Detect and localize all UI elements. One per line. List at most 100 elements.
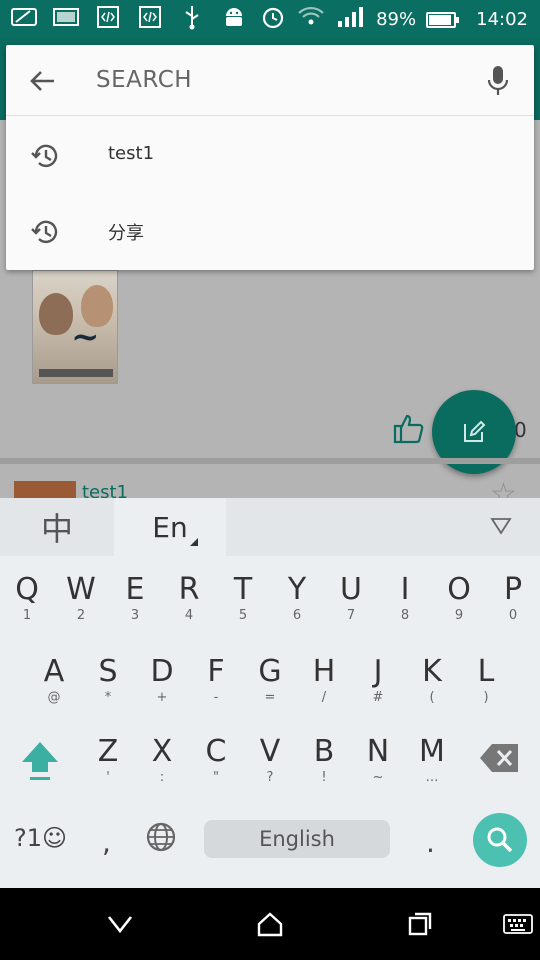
keyboard-switch-icon[interactable]: [498, 906, 538, 942]
key-n[interactable]: N ~: [351, 730, 405, 800]
backspace-icon[interactable]: [478, 742, 520, 774]
image-icon: [52, 5, 80, 29]
key-i[interactable]: I8: [378, 568, 432, 638]
key-y[interactable]: Y6: [270, 568, 324, 638]
key-p[interactable]: P0: [486, 568, 540, 638]
collapse-keyboard-icon[interactable]: [490, 516, 512, 536]
status-bar: 89% 14:02: [0, 0, 540, 38]
recent-apps-icon[interactable]: [400, 906, 440, 942]
keyboard-search-key[interactable]: [473, 813, 527, 867]
key-label: O: [447, 572, 471, 607]
key-o[interactable]: O9: [432, 568, 486, 638]
key-k[interactable]: K(: [405, 650, 459, 720]
key-label: Y: [287, 572, 307, 607]
key-secondary-label: 7: [346, 608, 356, 623]
space-key[interactable]: English: [204, 820, 390, 858]
key-secondary-label: /: [321, 690, 327, 705]
wifi-icon: [296, 4, 326, 35]
key-secondary-label: 6: [292, 608, 302, 623]
poster-artwork: ~: [71, 317, 100, 357]
back-nav-icon[interactable]: [100, 906, 140, 942]
status-left-icons: [10, 5, 248, 30]
post-image[interactable]: ~: [32, 270, 118, 384]
key-label: I: [400, 572, 410, 607]
key-secondary-label: +: [156, 690, 168, 705]
key-r[interactable]: R4: [162, 568, 216, 638]
key-v[interactable]: V?: [243, 730, 297, 800]
search-history-item[interactable]: test1: [6, 117, 534, 193]
comma-key[interactable]: ,: [102, 826, 111, 859]
search-input[interactable]: [96, 61, 466, 99]
key-secondary-label: ": [213, 770, 219, 785]
key-label: U: [340, 572, 362, 607]
navigation-bar: [0, 888, 540, 960]
key-secondary-label: ): [483, 690, 489, 705]
key-x[interactable]: X:: [135, 730, 189, 800]
key-label: A: [43, 654, 65, 689]
key-h[interactable]: H /: [297, 650, 351, 720]
key-secondary-label: 1: [22, 608, 32, 623]
battery-percent: 89%: [376, 9, 417, 30]
back-arrow-icon[interactable]: [24, 63, 60, 99]
key-label: E: [125, 572, 145, 607]
usb-icon: [178, 5, 206, 30]
key-label: G: [258, 654, 282, 689]
key-label: L: [477, 654, 495, 689]
key-label: X: [151, 734, 173, 769]
key-j[interactable]: J #: [351, 650, 405, 720]
key-secondary-label: !: [321, 770, 327, 785]
space-key-label: English: [259, 827, 335, 851]
key-secondary-label: ': [106, 770, 110, 785]
key-label: V: [259, 734, 281, 769]
key-d[interactable]: D +: [135, 650, 189, 720]
history-item-label: 分享: [108, 223, 144, 244]
key-q[interactable]: Q1: [0, 568, 54, 638]
key-g[interactable]: G =: [243, 650, 297, 720]
history-icon: [30, 217, 60, 247]
key-label: W: [66, 572, 96, 607]
key-secondary-label: 8: [400, 608, 410, 623]
microphone-icon[interactable]: [482, 61, 514, 101]
battery-charging-icon: [426, 11, 460, 28]
key-w[interactable]: W2: [54, 568, 108, 638]
home-nav-icon[interactable]: [250, 906, 290, 942]
key-label: T: [233, 572, 253, 607]
key-label: K: [422, 654, 442, 689]
period-key[interactable]: .: [426, 826, 435, 859]
key-secondary-label: 0: [508, 608, 518, 623]
status-right-icons: 89% 14:02: [260, 4, 528, 35]
key-t[interactable]: T5: [216, 568, 270, 638]
like-icon[interactable]: [392, 412, 426, 446]
key-f[interactable]: F-: [189, 650, 243, 720]
key-label: R: [178, 572, 200, 607]
key-label: M: [419, 734, 445, 769]
key-l[interactable]: L): [459, 650, 513, 720]
search-history-item[interactable]: 分享: [6, 193, 534, 269]
key-secondary-label: 2: [76, 608, 86, 623]
code-icon: [94, 5, 122, 29]
english-language-key[interactable]: En: [114, 498, 226, 556]
key-secondary-label: 3: [130, 608, 140, 623]
history-item-label: test1: [108, 143, 155, 164]
key-e[interactable]: E3: [108, 568, 162, 638]
chinese-language-key[interactable]: 中: [0, 498, 114, 556]
key-secondary-label: *: [104, 690, 112, 705]
search-bar: [6, 45, 534, 116]
key-s[interactable]: S *: [81, 650, 135, 720]
shift-icon[interactable]: [18, 740, 62, 782]
key-c[interactable]: C ": [189, 730, 243, 800]
code-icon: [136, 5, 164, 29]
key-z[interactable]: Z ': [81, 730, 135, 800]
key-u[interactable]: U7: [324, 568, 378, 638]
alarm-icon: [260, 4, 286, 35]
key-m[interactable]: M…: [405, 730, 459, 800]
key-label: C: [205, 734, 227, 769]
search-icon: [487, 827, 513, 853]
english-language-label: En: [152, 510, 188, 544]
globe-icon[interactable]: [145, 821, 177, 859]
key-a[interactable]: A @: [27, 650, 81, 720]
key-b[interactable]: B!: [297, 730, 351, 800]
keyboard-language-bar: 中 En: [0, 498, 540, 556]
edit-icon: [464, 420, 486, 442]
symbols-emoji-key[interactable]: ?1☺: [14, 824, 67, 852]
